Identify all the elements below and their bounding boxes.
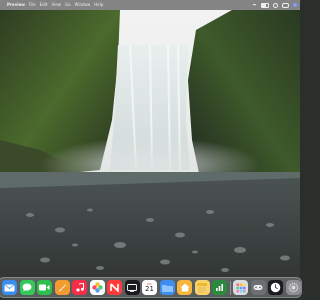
menu-file[interactable]: File (29, 3, 36, 7)
siri-icon[interactable] (293, 3, 297, 7)
facetime-icon[interactable] (37, 280, 52, 295)
launchpad-icon[interactable] (233, 280, 248, 295)
home-icon[interactable] (177, 280, 192, 295)
menu-go[interactable]: Go (65, 3, 71, 7)
control-center-icon[interactable] (282, 2, 289, 8)
menu-help[interactable]: Help (94, 3, 103, 7)
folder-icon[interactable] (159, 280, 175, 295)
dock-separator (229, 280, 231, 295)
calendar-icon[interactable]: JUL 21 (142, 280, 157, 295)
wifi-icon[interactable] (252, 3, 257, 7)
battery-icon[interactable] (261, 2, 269, 8)
menu-bar: Preview File Edit View Go Window Help (0, 0, 300, 10)
menu-bar-left: Preview File Edit View Go Window Help (3, 3, 103, 7)
photos-icon[interactable] (89, 280, 105, 295)
game-center-icon[interactable] (250, 280, 266, 295)
messages-icon[interactable] (19, 280, 35, 295)
pages-icon[interactable] (54, 280, 70, 295)
desktop-wallpaper (0, 0, 300, 300)
menu-edit[interactable]: Edit (40, 3, 48, 7)
clock-icon[interactable] (268, 280, 283, 295)
menu-view[interactable]: View (51, 3, 61, 7)
notes-icon[interactable] (194, 280, 210, 295)
dock: JUL 21 (0, 277, 302, 298)
mail-icon[interactable] (2, 280, 17, 295)
system-settings-icon[interactable] (285, 280, 301, 295)
menu-window[interactable]: Window (75, 3, 91, 7)
menu-bar-right (252, 2, 297, 8)
news-icon[interactable] (107, 280, 122, 295)
numbers-icon[interactable] (212, 280, 227, 295)
calendar-day: 21 (145, 285, 154, 293)
search-icon[interactable] (273, 2, 278, 8)
music-icon[interactable] (72, 280, 87, 295)
tv-icon[interactable] (124, 280, 140, 295)
app-menu[interactable]: Preview (7, 3, 25, 7)
